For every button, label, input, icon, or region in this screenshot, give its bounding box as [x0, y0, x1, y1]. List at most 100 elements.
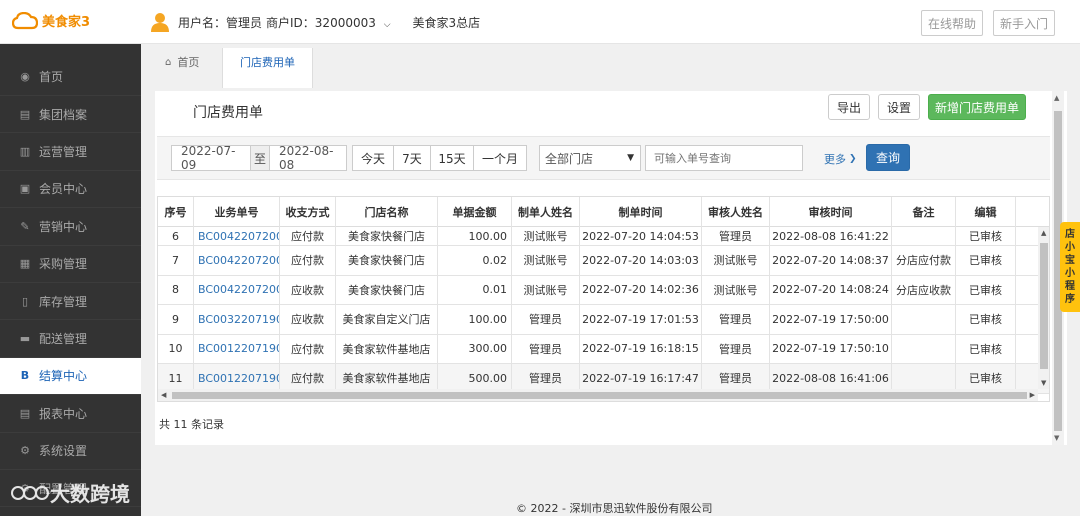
- sidebar-item-7[interactable]: ▬ 配送管理: [0, 320, 141, 358]
- quick-month-button[interactable]: 一个月: [473, 145, 527, 171]
- table-row[interactable]: 8BC0042207200001应收款美食家快餐门店0.01测试账号2022-0…: [158, 275, 1049, 305]
- float-tab-char: 序: [1065, 294, 1075, 305]
- table-scroll-left-icon[interactable]: ◀: [161, 391, 166, 399]
- footer-copyright: © 2022 - 深圳市思迅软件股份有限公司: [516, 502, 713, 515]
- tab-bar: ⌂ 首页 门店费用单: [141, 44, 1080, 88]
- table-cell: 应收款: [280, 305, 336, 334]
- table-vertical-thumb[interactable]: [1040, 243, 1048, 369]
- table-horizontal-scrollbar[interactable]: ◀ ▶: [158, 389, 1038, 401]
- column-header: 审核人姓名: [702, 197, 770, 227]
- tab-home[interactable]: ⌂ 首页: [165, 54, 199, 70]
- table-cell[interactable]: 已审核: [956, 305, 1016, 334]
- table-row[interactable]: 9BC0032207190001应收款美食家自定义门店100.00管理员2022…: [158, 305, 1049, 335]
- order-number-link[interactable]: BC0012207190002: [194, 334, 280, 363]
- merchant-id-dropdown[interactable]: 商户ID：32000003 ⌵: [266, 14, 395, 31]
- app-logo[interactable]: 美食家3: [12, 11, 90, 30]
- sidebar-item-10[interactable]: ⚙ 系统设置: [0, 433, 141, 470]
- export-button[interactable]: 导出: [828, 94, 870, 120]
- settings-button[interactable]: 设置: [878, 94, 920, 120]
- table-cell: 管理员: [512, 334, 580, 363]
- username-label: 用户名：管理员: [178, 15, 263, 30]
- newbie-guide-button[interactable]: 新手入门: [993, 10, 1055, 36]
- order-search-input[interactable]: [645, 145, 803, 171]
- query-button[interactable]: 查询: [866, 144, 910, 171]
- table-cell: 美食家自定义门店: [336, 305, 438, 334]
- column-header: 审核时间: [770, 197, 892, 227]
- member-card-icon: ▣: [19, 182, 31, 196]
- table-scroll-down-icon[interactable]: ▼: [1041, 379, 1046, 387]
- scroll-down-arrow-icon[interactable]: ▼: [1054, 434, 1059, 442]
- table-cell: 管理员: [702, 305, 770, 334]
- order-number-link[interactable]: BC0042207200004: [194, 227, 280, 245]
- table-cell[interactable]: 已审核: [956, 275, 1016, 304]
- sidebar-item-0[interactable]: ◉ 首页: [0, 44, 141, 96]
- table-cell: 8: [158, 275, 194, 304]
- sidebar-item-6[interactable]: ▯ 库存管理: [0, 283, 141, 321]
- date-from-input[interactable]: 2022-07-09: [171, 144, 251, 172]
- store-select-value: 全部门店: [545, 151, 594, 166]
- caret-down-icon: ▼: [627, 153, 634, 163]
- float-tab-char: 店: [1065, 229, 1075, 240]
- watermark-text: 大数跨境: [50, 482, 130, 506]
- sidebar-item-9[interactable]: ▤ 报表中心: [0, 395, 141, 433]
- sidebar-item-5[interactable]: ▦ 采购管理: [0, 246, 141, 283]
- table-horizontal-thumb[interactable]: [172, 392, 1027, 399]
- order-number-link[interactable]: BC0042207200001: [194, 275, 280, 304]
- table-cell[interactable]: 已审核: [956, 334, 1016, 363]
- table-cell: 100.00: [438, 227, 512, 245]
- table-cell[interactable]: 已审核: [956, 246, 1016, 275]
- float-tab-char: 小: [1065, 268, 1075, 279]
- table-cell: 测试账号: [512, 227, 580, 245]
- table-row[interactable]: 6BC0042207200004应付款美食家快餐门店100.00测试账号2022…: [158, 227, 1049, 246]
- store-select[interactable]: 全部门店 ▼: [539, 145, 641, 171]
- column-header: 门店名称: [336, 197, 438, 227]
- float-tab-char: 宝: [1065, 255, 1075, 266]
- table-scroll-up-icon[interactable]: ▲: [1041, 229, 1046, 237]
- tab-store-expense[interactable]: 门店费用单: [222, 48, 313, 88]
- table-cell: 2022-08-08 16:41:22: [770, 227, 892, 245]
- table-cell: 应收款: [280, 275, 336, 304]
- sidebar-item-3[interactable]: ▣ 会员中心: [0, 171, 141, 209]
- mini-program-float-tab[interactable]: 店小宝小程序: [1060, 222, 1080, 312]
- table-cell: 2022-07-20 14:02:36: [580, 275, 702, 304]
- table-cell: 管理员: [702, 227, 770, 245]
- sidebar: ◉ 首页 ▤ 集团档案 ▥ 运营管理 ▣ 会员中心 ✎ 营销中心 ▦ 采购管理 ▯ 库存管理 ▬ 配送管理 B 结…: [0, 44, 141, 516]
- sidebar-item-label: 首页: [39, 70, 64, 84]
- more-filters-toggle[interactable]: 更多 ❯: [824, 151, 857, 167]
- table-cell[interactable]: 已审核: [956, 227, 1016, 245]
- table-cell: 测试账号: [512, 246, 580, 275]
- table-vertical-scrollbar[interactable]: ▲ ▼: [1038, 227, 1049, 389]
- truck-icon: ▬: [19, 332, 31, 346]
- sidebar-item-label: 运营管理: [39, 145, 88, 160]
- bar-chart-icon: ▥: [19, 145, 31, 159]
- table-cell: 0.01: [438, 275, 512, 304]
- scroll-up-arrow-icon[interactable]: ▲: [1054, 94, 1059, 102]
- order-number-link[interactable]: BC0042207200002: [194, 246, 280, 275]
- order-number-link[interactable]: BC0032207190001: [194, 305, 280, 334]
- table-scroll-right-icon[interactable]: ▶: [1030, 391, 1035, 399]
- date-separator: 至: [251, 145, 269, 171]
- table-cell: 美食家快餐门店: [336, 275, 438, 304]
- quick-15days-button[interactable]: 15天: [430, 145, 474, 171]
- column-header: 收支方式: [280, 197, 336, 227]
- date-to-input[interactable]: 2022-08-08: [269, 144, 347, 172]
- table-row[interactable]: 7BC0042207200002应付款美食家快餐门店0.02测试账号2022-0…: [158, 246, 1049, 276]
- tab-home-label: 首页: [177, 56, 200, 69]
- more-label: 更多: [824, 153, 846, 166]
- online-help-button[interactable]: 在线帮助: [921, 10, 983, 36]
- table-cell: 应付款: [280, 227, 336, 245]
- sidebar-item-4[interactable]: ✎ 营销中心: [0, 208, 141, 246]
- sidebar-item-2[interactable]: ▥ 运营管理: [0, 133, 141, 171]
- float-tab-char: 程: [1065, 281, 1075, 292]
- table-cell: 2022-07-19 17:50:10: [770, 334, 892, 363]
- quick-7days-button[interactable]: 7天: [393, 145, 431, 171]
- user-avatar-icon: [151, 13, 169, 32]
- new-store-expense-button[interactable]: 新增门店费用单: [928, 94, 1026, 120]
- chevron-down-icon: ⌵: [383, 19, 391, 30]
- quick-today-button[interactable]: 今天: [352, 145, 394, 171]
- sidebar-item-label: 配送管理: [39, 332, 88, 347]
- table-row[interactable]: 10BC0012207190002应付款美食家软件基地店300.00管理员202…: [158, 334, 1049, 364]
- sidebar-item-8[interactable]: B 结算中心: [0, 357, 141, 396]
- sidebar-item-1[interactable]: ▤ 集团档案: [0, 96, 141, 134]
- sidebar-item-label: 库存管理: [39, 294, 88, 309]
